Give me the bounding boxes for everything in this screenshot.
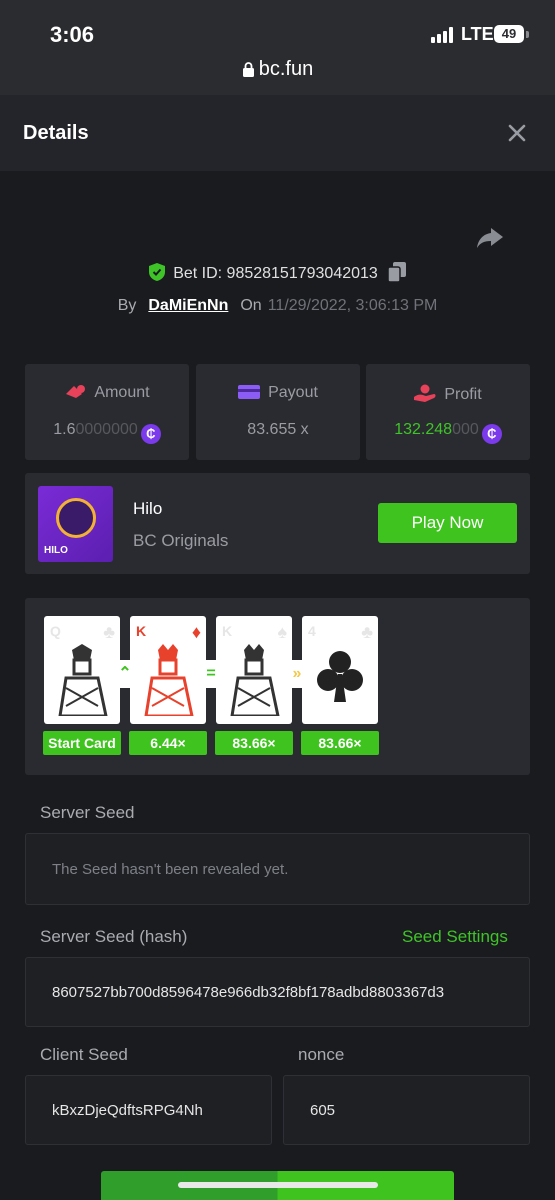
signal-icon <box>431 27 457 43</box>
server-seed-field[interactable]: The Seed hasn't been revealed yet. <box>25 833 530 905</box>
url-text: bc.fun <box>258 58 314 80</box>
server-seed-label: Server Seed <box>40 803 135 822</box>
amount-icon <box>66 385 86 398</box>
server-hash-field[interactable]: 8607527bb700d8596478e966db32f8bf178adbd8… <box>25 957 530 1027</box>
details-header: Details <box>0 95 555 171</box>
card-rank: Q <box>50 623 61 639</box>
amount-value: 1.6 <box>53 421 76 438</box>
cards-panel: Q ♣ Start Card ⌃ K ♦ 6.44× = K ♠ 83.66× … <box>25 598 530 775</box>
card-rank: K <box>136 623 147 639</box>
king-figure-icon <box>230 644 280 716</box>
card-suit: ♠ <box>277 622 287 642</box>
multiplier-badge: 83.66× <box>215 731 293 755</box>
bet-owner-row: By DaMiEnNn On 11/29/2022, 3:06:13 PM <box>0 297 555 315</box>
by-label: By <box>117 297 137 314</box>
card-suit: ♣ <box>103 622 115 642</box>
queen-figure-icon <box>58 644 108 716</box>
game-thumbnail[interactable]: HILO <box>38 486 113 562</box>
server-hash-value: 8607527bb700d8596478e966db32f8bf178adbd8… <box>52 983 445 1001</box>
status-time: 3:06 <box>50 22 95 47</box>
on-label: On <box>240 297 262 314</box>
amount-label: Amount <box>94 384 150 401</box>
playing-card: K ♠ <box>216 616 292 724</box>
profit-value-trailing: 000 <box>452 421 479 438</box>
copy-icon[interactable] <box>387 262 406 282</box>
bet-id: Bet ID: 98528151793042013 <box>173 265 378 282</box>
nonce-label: nonce <box>298 1045 345 1064</box>
multiplier-badge: Start Card <box>43 731 121 755</box>
username-link[interactable]: DaMiEnNn <box>148 297 228 314</box>
status-bar: 3:06 LTE 49 bc.fun <box>0 0 555 95</box>
currency-coin-icon: ₵ <box>140 424 161 444</box>
card-suit: ♣ <box>361 622 373 642</box>
browser-url-bar[interactable]: bc.fun <box>0 58 555 81</box>
card-suit: ♦ <box>191 622 201 642</box>
game-thumb-label: HILO <box>44 545 68 556</box>
lock-icon <box>242 62 254 77</box>
profit-hand-icon <box>414 384 436 402</box>
client-seed-field[interactable]: kBxzDjeQdftsRPG4Nh <box>25 1075 272 1145</box>
game-provider: BC Originals <box>133 531 229 550</box>
network-type: LTE <box>461 24 494 44</box>
bet-id-row: Bet ID: 98528151793042013 <box>0 262 555 283</box>
profit-stat: Profit 132.248000 ₵ <box>366 364 530 460</box>
amount-value-trailing: 0000000 <box>75 421 138 438</box>
game-card: HILO Hilo BC Originals Play Now <box>25 473 530 574</box>
server-hash-label: Server Seed (hash) <box>40 927 188 946</box>
payout-label: Payout <box>268 384 318 401</box>
hilo-logo-icon <box>56 498 96 538</box>
playing-card: K ♦ <box>130 616 206 724</box>
shield-check-icon <box>149 263 166 281</box>
client-seed-value: kBxzDjeQdftsRPG4Nh <box>52 1101 203 1119</box>
card-rank: K <box>222 623 233 639</box>
seed-settings-link[interactable]: Seed Settings <box>402 927 508 947</box>
nonce-value: 605 <box>310 1101 336 1119</box>
home-indicator <box>178 1182 378 1188</box>
payout-value: 83.655 x <box>247 421 309 438</box>
card-rank: 4 <box>308 623 316 639</box>
multiplier-badge: 83.66× <box>301 731 379 755</box>
play-now-button[interactable]: Play Now <box>378 503 517 543</box>
client-seed-label: Client Seed <box>40 1045 128 1064</box>
profit-label: Profit <box>444 386 482 403</box>
playing-card: Q ♣ <box>44 616 120 724</box>
king-figure-icon <box>144 644 194 716</box>
amount-stat: Amount 1.60000000 ₵ <box>25 364 189 460</box>
share-icon[interactable] <box>475 222 505 252</box>
profit-value: 132.248 <box>394 421 453 438</box>
bet-datetime: 11/29/2022, 3:06:13 PM <box>267 297 438 314</box>
multiplier-badge: 6.44× <box>129 731 207 755</box>
nonce-field[interactable]: 605 <box>283 1075 530 1145</box>
page-title: Details <box>23 122 89 144</box>
payout-stat: Payout 83.655 x <box>196 364 360 460</box>
close-icon[interactable] <box>505 121 529 145</box>
playing-card: 4 ♣ <box>302 616 378 724</box>
currency-coin-icon: ₵ <box>481 424 502 444</box>
payout-card-icon <box>238 385 261 399</box>
game-name: Hilo <box>133 499 163 518</box>
battery-icon: 49 <box>494 25 524 43</box>
server-seed-value: The Seed hasn't been revealed yet. <box>52 860 289 878</box>
club-icon <box>317 651 363 702</box>
